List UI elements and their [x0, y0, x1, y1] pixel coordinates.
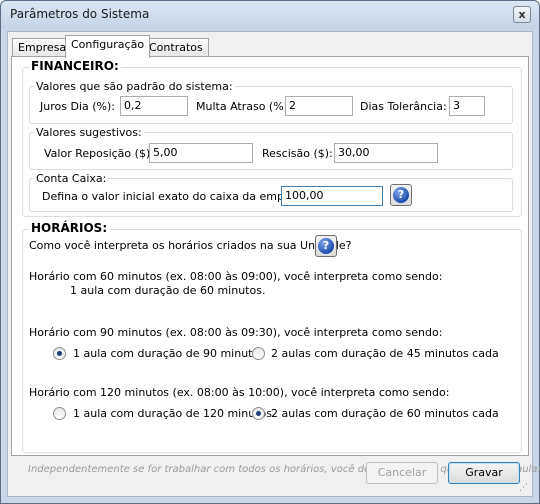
valores-sugestivos-legend: Valores sugestivos:	[34, 126, 144, 139]
horarios-help-button[interactable]: ?	[315, 235, 337, 257]
tolerancia-input[interactable]: 3	[449, 96, 485, 116]
cancel-button[interactable]: Cancelar	[366, 462, 438, 484]
rescisao-label: Rescisão ($):	[262, 147, 333, 160]
close-button[interactable]: x	[513, 6, 531, 23]
horarios-legend: HORÁRIOS:	[29, 221, 110, 235]
tab-configuracao[interactable]: Configuração	[65, 35, 151, 58]
horario-90-text: Horário com 90 minutos (ex. 08:00 às 09:…	[29, 326, 443, 339]
caixa-input[interactable]: 100,00	[281, 186, 383, 206]
horario-90-option1-radio[interactable]	[53, 347, 66, 360]
dialog-body: Empresa Configuração Contratos FINANCEIR…	[7, 31, 540, 497]
horario-90-option1-label[interactable]: 1 aula com duração de 90 minutos	[73, 347, 265, 360]
tab-contratos[interactable]: Contratos	[143, 38, 209, 57]
save-button[interactable]: Gravar	[448, 462, 520, 484]
horario-120-text: Horário com 120 minutos (ex. 08:00 às 10…	[29, 386, 450, 399]
window: Parâmetros do Sistema x Empresa Configur…	[0, 0, 540, 504]
close-icon: x	[518, 8, 526, 21]
help-icon: ?	[318, 238, 334, 254]
caixa-label: Defina o valor inicial exato do caixa da…	[42, 190, 312, 203]
horario-90-option2-radio[interactable]	[252, 347, 265, 360]
reposicao-label: Valor Reposição ($):	[44, 147, 154, 160]
juros-label: Juros Dia (%):	[40, 100, 115, 113]
valores-padrao-group: Valores que são padrão do sistema: Juros…	[29, 80, 513, 124]
financeiro-legend: FINANCEIRO:	[29, 59, 121, 73]
valores-padrao-legend: Valores que são padrão do sistema:	[34, 80, 235, 93]
tab-empresa[interactable]: Empresa	[12, 38, 73, 57]
horarios-question: Como você interpreta os horários criados…	[29, 239, 352, 252]
tab-panel-configuracao: FINANCEIRO: Valores que são padrão do si…	[11, 56, 540, 475]
horario-120-option1-radio[interactable]	[53, 407, 66, 420]
multa-input[interactable]: 2	[285, 96, 353, 116]
multa-label: Multa Atraso (%):	[196, 100, 292, 113]
help-icon: ?	[393, 187, 409, 203]
horario-60-text: Horário com 60 minutos (ex. 08:00 às 09:…	[29, 270, 443, 283]
juros-input[interactable]: 0,2	[120, 96, 188, 116]
horario-120-option2-radio[interactable]	[252, 407, 265, 420]
horario-120-option2-label[interactable]: 2 aulas com duração de 60 minutos cada	[271, 407, 499, 420]
horarios-group: HORÁRIOS: Como você interpreta os horári…	[22, 221, 522, 453]
conta-caixa-group: Conta Caixa: Defina o valor inicial exat…	[29, 172, 513, 212]
window-title: Parâmetros do Sistema	[10, 7, 150, 21]
horario-60-answer: 1 aula com duração de 60 minutos.	[70, 284, 266, 297]
caixa-help-button[interactable]: ?	[390, 184, 412, 206]
reposicao-input[interactable]: 5,00	[149, 143, 253, 163]
horario-120-option1-label[interactable]: 1 aula com duração de 120 minutos	[73, 407, 272, 420]
resize-grip-icon[interactable]: ⋰	[519, 483, 529, 493]
conta-caixa-legend: Conta Caixa:	[34, 172, 109, 185]
valores-sugestivos-group: Valores sugestivos: Valor Reposição ($):…	[29, 126, 513, 170]
horario-90-option2-label[interactable]: 2 aulas com duração de 45 minutos cada	[271, 347, 499, 360]
title-bar: Parâmetros do Sistema x	[1, 1, 539, 29]
rescisao-input[interactable]: 30,00	[334, 143, 438, 163]
financeiro-group: FINANCEIRO: Valores que são padrão do si…	[22, 59, 522, 217]
tolerancia-label: Dias Tolerância:	[360, 100, 447, 113]
